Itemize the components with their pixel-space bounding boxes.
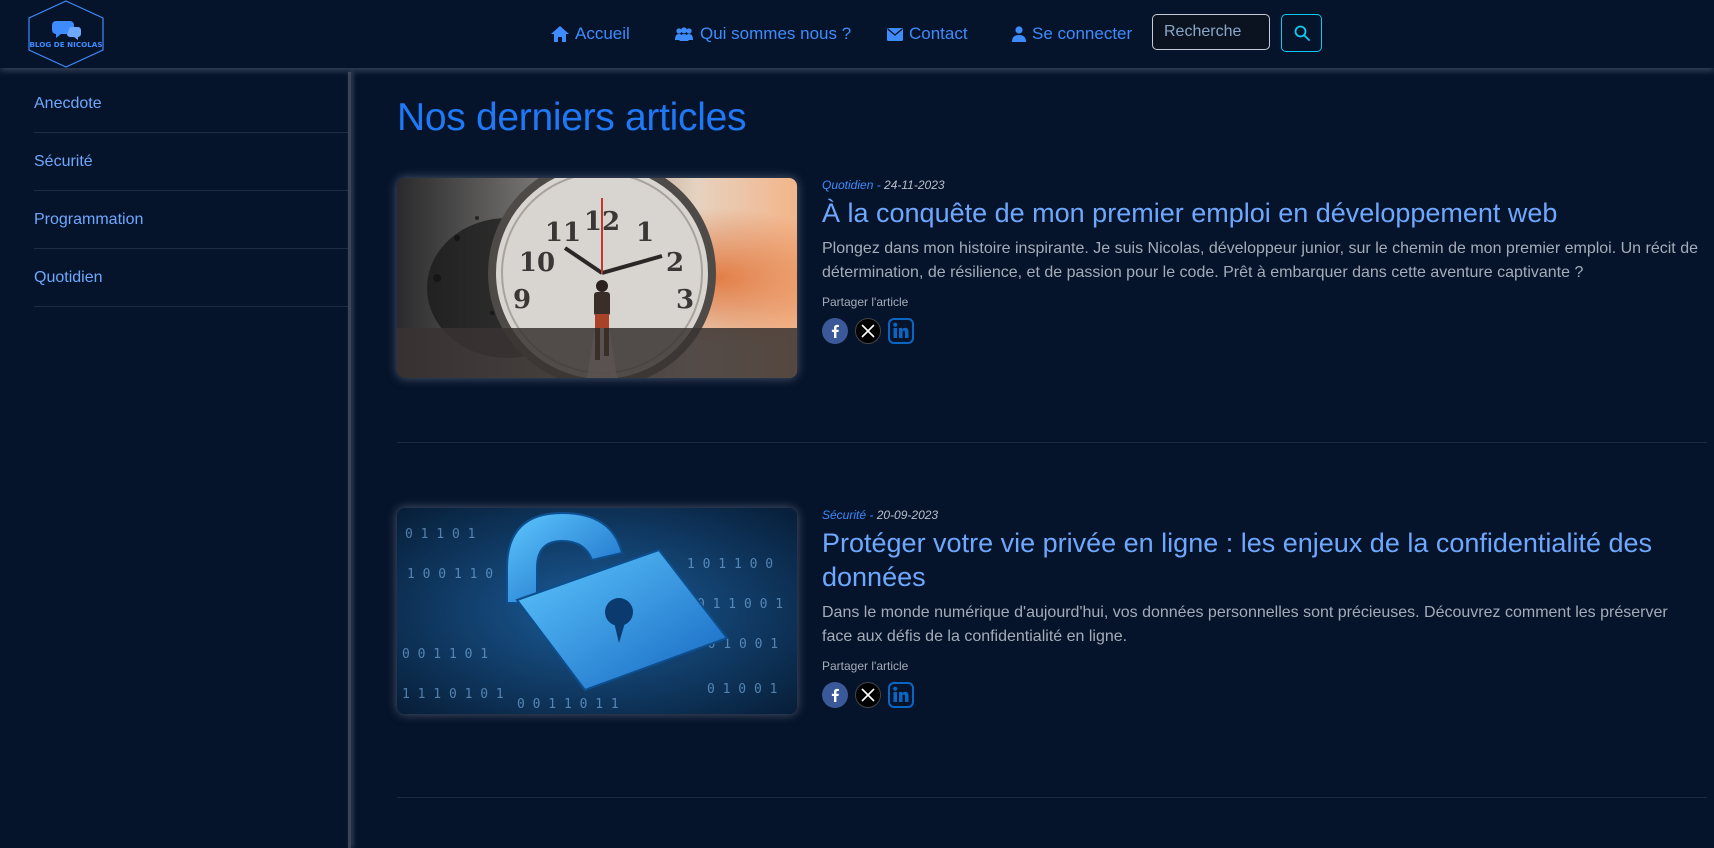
svg-text:3: 3 xyxy=(676,285,694,315)
article-excerpt: Dans le monde numérique d'aujourd'hui, v… xyxy=(822,604,1668,645)
article-category[interactable]: Quotidien xyxy=(822,178,873,192)
nav-se-connecter[interactable]: Se connecter xyxy=(1012,22,1132,46)
site-header: BLOG DE NICOLAS Accueil Qui sommes nous … xyxy=(0,0,1714,68)
stopwatch-runner-image[interactable]: 12 1 2 3 10 11 9 xyxy=(397,178,797,378)
linkedin-share-icon[interactable] xyxy=(888,318,914,344)
nav-qui-sommes-nous-label: Qui sommes nous ? xyxy=(700,24,852,43)
article-title[interactable]: Protéger votre vie privée en ligne : les… xyxy=(822,526,1702,594)
svg-text:0 0 1 1 0 1: 0 0 1 1 0 1 xyxy=(402,647,488,662)
nav-accueil[interactable]: Accueil xyxy=(551,22,630,46)
svg-text:10: 10 xyxy=(519,248,555,278)
svg-text:0 1 1 0 0 1: 0 1 1 0 0 1 xyxy=(697,597,783,612)
article-date: 20-09-2023 xyxy=(876,508,939,522)
svg-text:1 0 1 1 0 0: 1 0 1 1 0 0 xyxy=(687,557,773,572)
nav-se-connecter-label: Se connecter xyxy=(1032,24,1133,43)
nav-accueil-label: Accueil xyxy=(575,24,630,43)
svg-text:9: 9 xyxy=(513,285,531,315)
share-icons xyxy=(822,682,914,708)
article-card: 0 1 1 0 1 1 0 0 1 1 0 0 0 1 1 0 1 1 1 1 0 … xyxy=(397,508,1707,728)
sidebar-item-quotidien[interactable]: Quotidien xyxy=(34,249,348,307)
svg-text:1 0 0 1 1 0: 1 0 0 1 1 0 xyxy=(407,567,493,582)
x-share-icon[interactable] xyxy=(855,682,881,708)
x-share-icon[interactable] xyxy=(855,318,881,344)
meta-separator: - xyxy=(866,508,877,522)
padlock-binary-image[interactable]: 0 1 1 0 1 1 0 0 1 1 0 0 0 1 1 0 1 1 1 1 0 … xyxy=(397,508,797,714)
sidebar-divider xyxy=(348,72,351,848)
svg-text:2: 2 xyxy=(666,248,684,278)
users-icon xyxy=(675,26,693,41)
search-input[interactable] xyxy=(1152,14,1270,50)
linkedin-share-icon[interactable] xyxy=(888,682,914,708)
category-sidebar: Anecdote Sécurité Programmation Quotidie… xyxy=(0,68,349,848)
sidebar-item-securite[interactable]: Sécurité xyxy=(34,133,348,191)
svg-text:1: 1 xyxy=(636,218,654,248)
page-title: Nos derniers articles xyxy=(397,96,747,139)
article-divider xyxy=(397,797,1707,798)
share-icons xyxy=(822,318,914,344)
article-card: 12 1 2 3 10 11 9 Quotidien - 24-11-2023 À la … xyxy=(397,178,1707,438)
article-title[interactable]: À la conquête de mon premier emploi en d… xyxy=(822,196,1702,230)
search-button[interactable] xyxy=(1281,14,1322,52)
svg-text:11: 11 xyxy=(545,218,581,248)
home-icon xyxy=(551,26,569,42)
sidebar-item-anecdote[interactable]: Anecdote xyxy=(34,75,348,133)
article-divider xyxy=(397,442,1707,443)
svg-text:0 0 1 1 0 1 1: 0 0 1 1 0 1 1 xyxy=(517,697,619,712)
nav-contact[interactable]: Contact xyxy=(887,22,968,46)
share-label: Partager l'article xyxy=(822,295,909,309)
article-meta: Quotidien - 24-11-2023 xyxy=(822,178,945,192)
article-meta: Sécurité - 20-09-2023 xyxy=(822,508,938,522)
main-nav: Accueil Qui sommes nous ? Contact Se con… xyxy=(0,0,1714,68)
nav-qui-sommes-nous[interactable]: Qui sommes nous ? xyxy=(674,22,851,46)
envelope-icon xyxy=(887,27,903,41)
facebook-share-icon[interactable] xyxy=(822,682,848,708)
svg-text:0 1 0 0 1: 0 1 0 0 1 xyxy=(707,682,777,697)
search-icon xyxy=(1294,25,1310,41)
svg-text:0 1 1 0 1: 0 1 1 0 1 xyxy=(405,527,475,542)
article-category[interactable]: Sécurité xyxy=(822,508,866,522)
facebook-share-icon[interactable] xyxy=(822,318,848,344)
nav-contact-label: Contact xyxy=(909,24,968,43)
article-excerpt: Plongez dans mon histoire inspirante. Je… xyxy=(822,240,1698,281)
sidebar-item-programmation[interactable]: Programmation xyxy=(34,191,348,249)
user-icon xyxy=(1012,26,1026,42)
article-date: 24-11-2023 xyxy=(884,178,945,192)
share-label: Partager l'article xyxy=(822,659,909,673)
svg-text:1 1 1 0 1 0 1: 1 1 1 0 1 0 1 xyxy=(402,687,504,702)
meta-separator: - xyxy=(873,178,885,192)
